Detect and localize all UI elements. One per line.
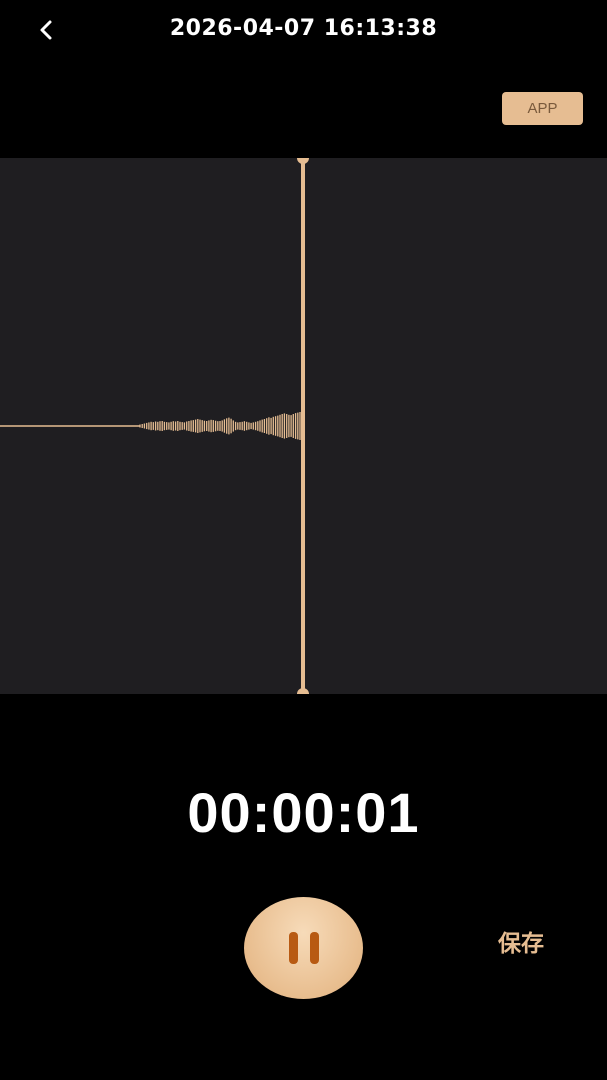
recorder-screen: 2026-04-07 16:13:38 APP 00:00:01 保存 [0,0,607,1080]
header: 2026-04-07 16:13:38 [0,0,607,60]
app-button[interactable]: APP [502,92,583,125]
page-title: 2026-04-07 16:13:38 [169,16,438,41]
waveform-panel [0,158,607,694]
pause-icon-bar [309,932,319,964]
recording-timer: 00:00:01 [187,781,420,844]
pause-button[interactable] [244,897,363,999]
playhead-bottom-handle [297,688,309,694]
playhead-top-handle [297,158,309,164]
pause-icon [288,932,298,964]
save-button[interactable]: 保存 [488,924,554,958]
waveform-graphic [0,158,309,694]
